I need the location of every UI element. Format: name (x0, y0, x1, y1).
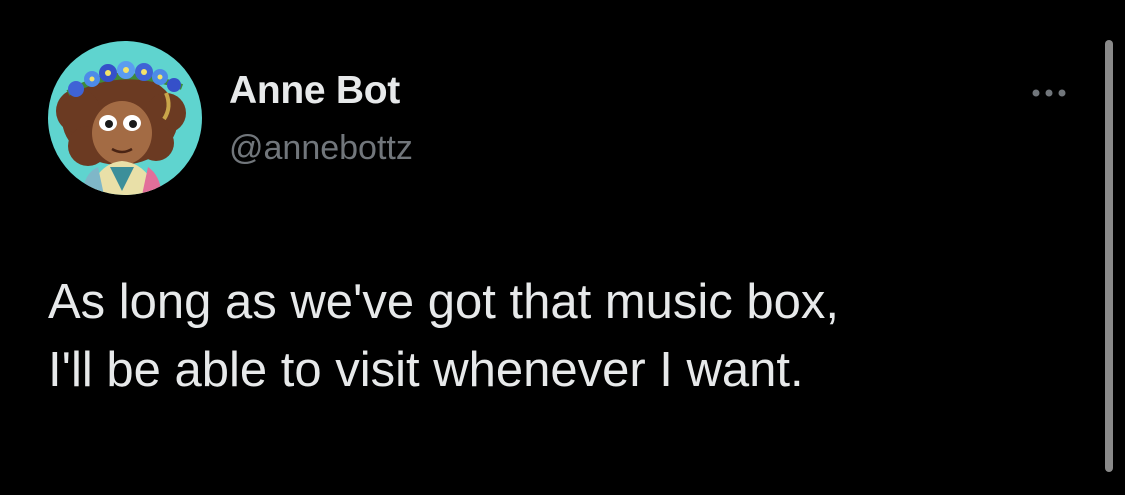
scrollbar-thumb[interactable] (1105, 40, 1113, 472)
ellipsis-icon (1032, 89, 1066, 97)
author-handle[interactable]: @annebottz (229, 129, 413, 168)
author-display-name[interactable]: Anne Bot (229, 69, 400, 113)
tweet-text-line: As long as we've got that music box, (48, 275, 840, 329)
tweet-text-line: I'll be able to visit whenever I want. (48, 343, 804, 397)
anne-boonchuy-avatar-icon (48, 41, 202, 195)
profile-avatar[interactable] (48, 41, 202, 195)
tweet-text: As long as we've got that music box, I'l… (48, 268, 1088, 404)
more-options-button[interactable] (1026, 78, 1074, 108)
tweet-card: Anne Bot @annebottz As long as we've got… (0, 0, 1125, 495)
